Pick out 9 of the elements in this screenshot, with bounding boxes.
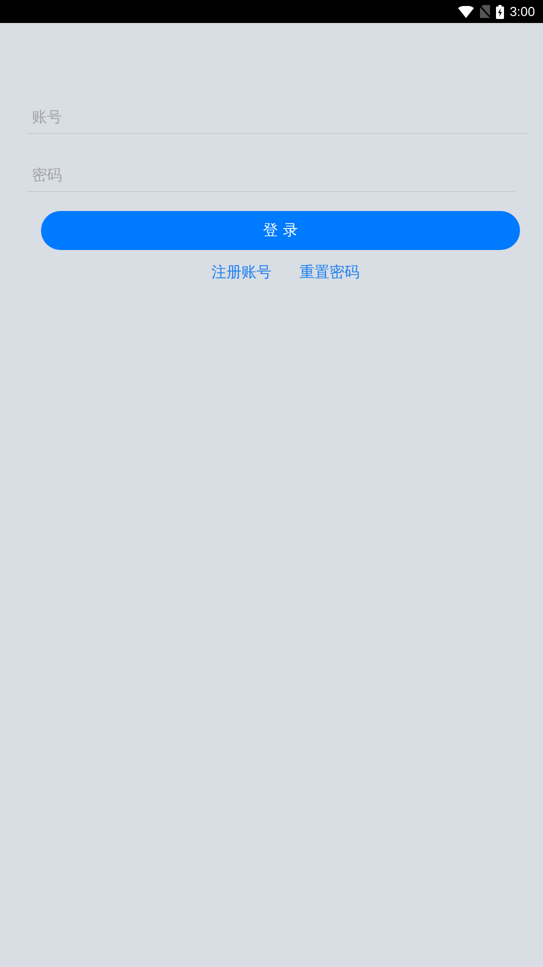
register-link[interactable]: 注册账号 — [212, 263, 272, 282]
no-sim-icon — [480, 5, 490, 18]
reset-password-link[interactable]: 重置密码 — [300, 263, 360, 282]
status-time: 3:00 — [510, 4, 535, 19]
battery-charging-icon — [496, 4, 504, 18]
wifi-icon — [458, 6, 474, 18]
account-field[interactable]: 账号 — [27, 101, 528, 134]
password-field[interactable]: 密码 — [27, 159, 515, 192]
login-button[interactable]: 登 录 — [41, 211, 520, 250]
